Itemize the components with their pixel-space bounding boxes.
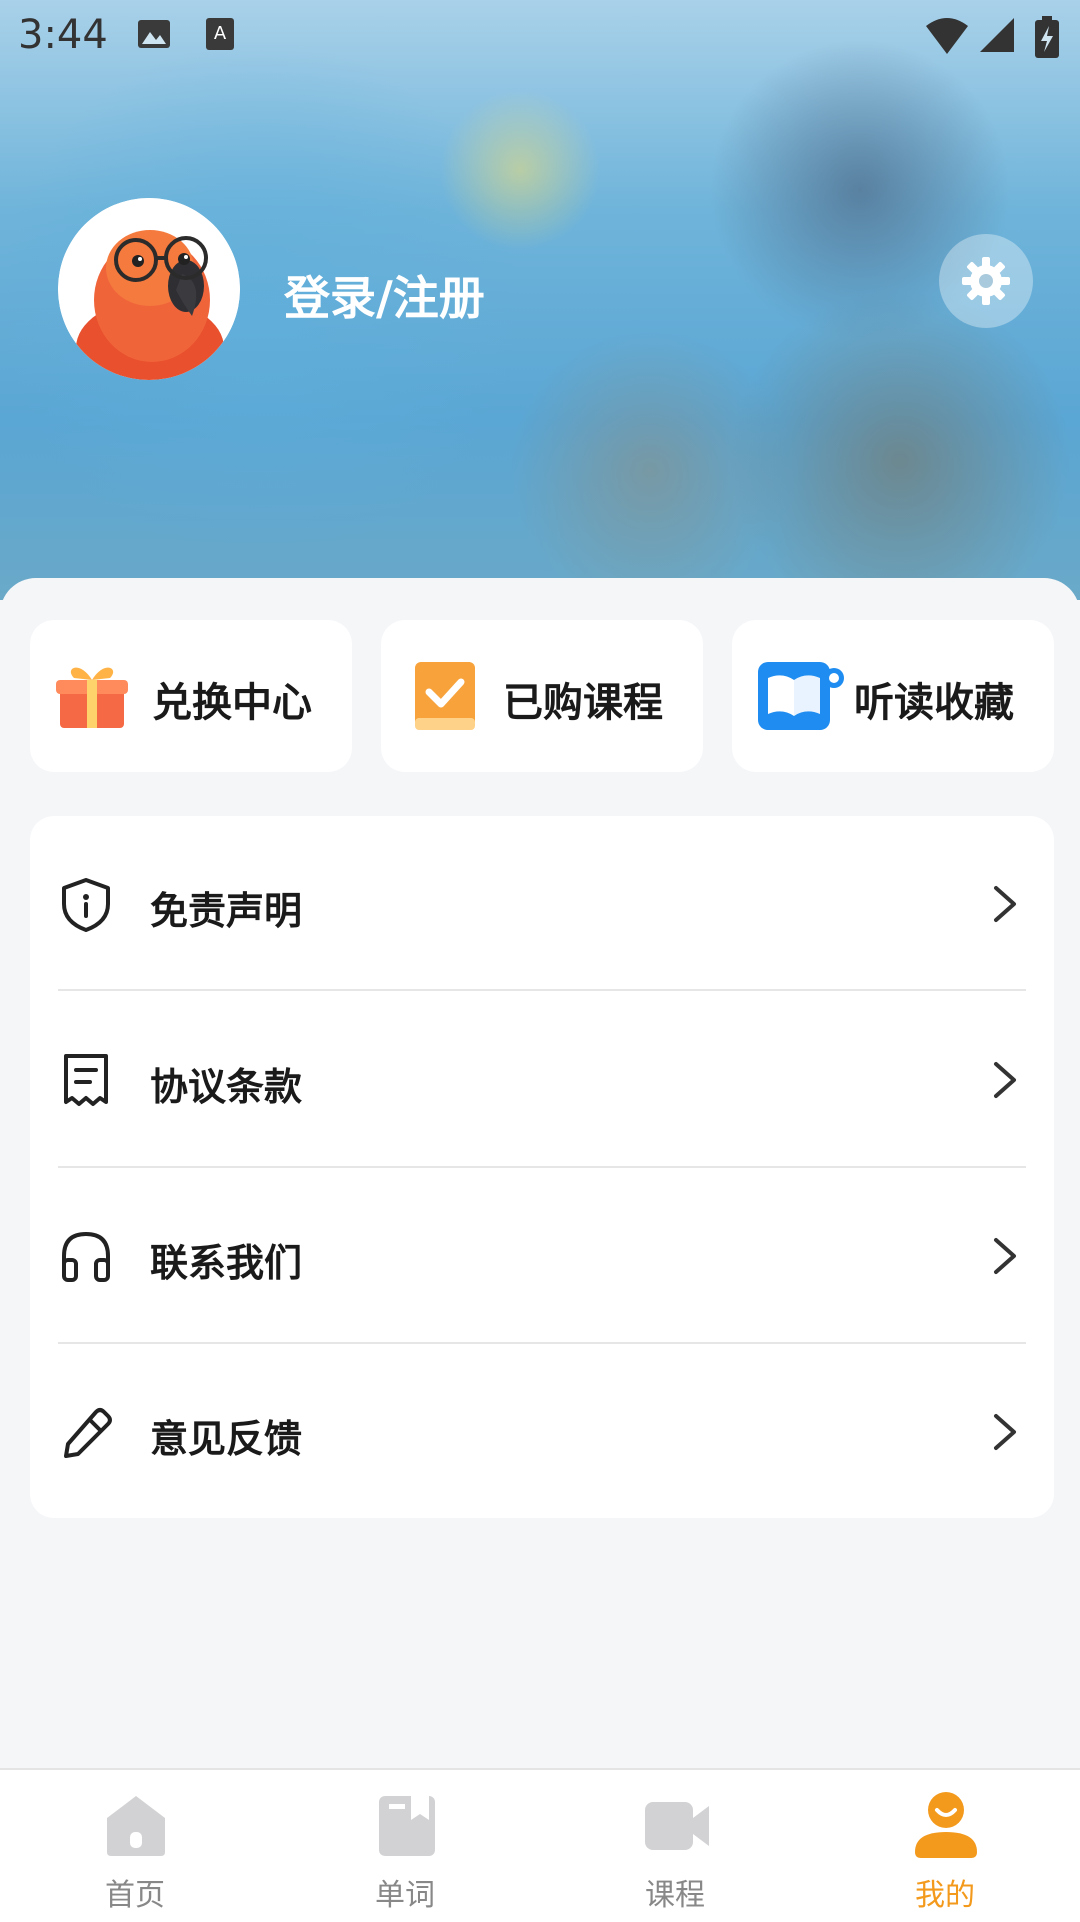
tab-label: 课程 [645, 1878, 705, 1913]
shield-info-icon [62, 878, 110, 932]
pencil-icon [64, 1408, 112, 1458]
image-notification-icon [138, 20, 170, 48]
parrot-avatar-icon [58, 198, 240, 380]
settings-menu: 免责声明 协议条款 联系我们 意见反馈 [30, 816, 1054, 1518]
chevron-right-icon [994, 1238, 1016, 1274]
menu-item-disclaimer[interactable]: 免责声明 [30, 816, 1054, 992]
menu-item-contact-us[interactable]: 联系我们 [30, 1168, 1054, 1344]
tab-profile[interactable]: 我的 [810, 1770, 1080, 1922]
keyboard-notification-icon: A [206, 18, 234, 50]
video-camera-icon [645, 1802, 709, 1850]
tab-courses[interactable]: 课程 [540, 1770, 810, 1922]
tab-home[interactable]: 首页 [0, 1770, 270, 1922]
quick-action-label: 已购课程 [503, 680, 663, 726]
bottom-tab-bar: 首页 单词 课程 我的 [0, 1768, 1080, 1922]
login-register-link[interactable]: 登录/注册 [284, 262, 485, 328]
headphones-icon [62, 1231, 110, 1282]
menu-item-label: 协议条款 [150, 1065, 303, 1109]
avatar[interactable] [58, 198, 240, 380]
status-bar: 3:44 A [0, 0, 1080, 72]
gear-icon [962, 257, 1010, 305]
gift-icon [56, 667, 128, 728]
chevron-right-icon [994, 1414, 1016, 1450]
home-icon [107, 1796, 165, 1856]
menu-item-label: 意见反馈 [150, 1417, 303, 1461]
settings-button[interactable] [939, 234, 1033, 328]
status-time: 3:44 [18, 12, 108, 58]
tab-words[interactable]: 单词 [270, 1770, 540, 1922]
profile-icon [915, 1792, 977, 1858]
quick-action-label: 兑换中心 [152, 680, 312, 726]
purchased-course-icon [415, 662, 475, 730]
quick-action-listen-read-favorites[interactable]: 听读收藏 [732, 620, 1054, 772]
menu-item-feedback[interactable]: 意见反馈 [30, 1344, 1054, 1520]
chevron-right-icon [994, 1062, 1016, 1098]
listen-read-favorites-icon [758, 662, 844, 730]
tab-label: 单词 [375, 1878, 435, 1913]
tab-label: 首页 [105, 1878, 165, 1913]
cellular-signal-icon [980, 18, 1014, 52]
battery-charging-icon [1035, 16, 1059, 58]
divider [58, 989, 1026, 991]
menu-item-label: 免责声明 [150, 889, 303, 933]
wifi-icon [926, 18, 968, 54]
word-book-icon [379, 1796, 435, 1856]
quick-action-purchased-courses[interactable]: 已购课程 [381, 620, 703, 772]
quick-action-redeem-center[interactable]: 兑换中心 [30, 620, 352, 772]
tab-label: 我的 [915, 1878, 975, 1913]
menu-item-label: 联系我们 [150, 1241, 303, 1285]
document-icon [64, 1054, 108, 1106]
quick-action-label: 听读收藏 [854, 680, 1014, 726]
menu-item-terms[interactable]: 协议条款 [30, 992, 1054, 1168]
chevron-right-icon [994, 886, 1016, 922]
svg-text:A: A [214, 23, 227, 44]
